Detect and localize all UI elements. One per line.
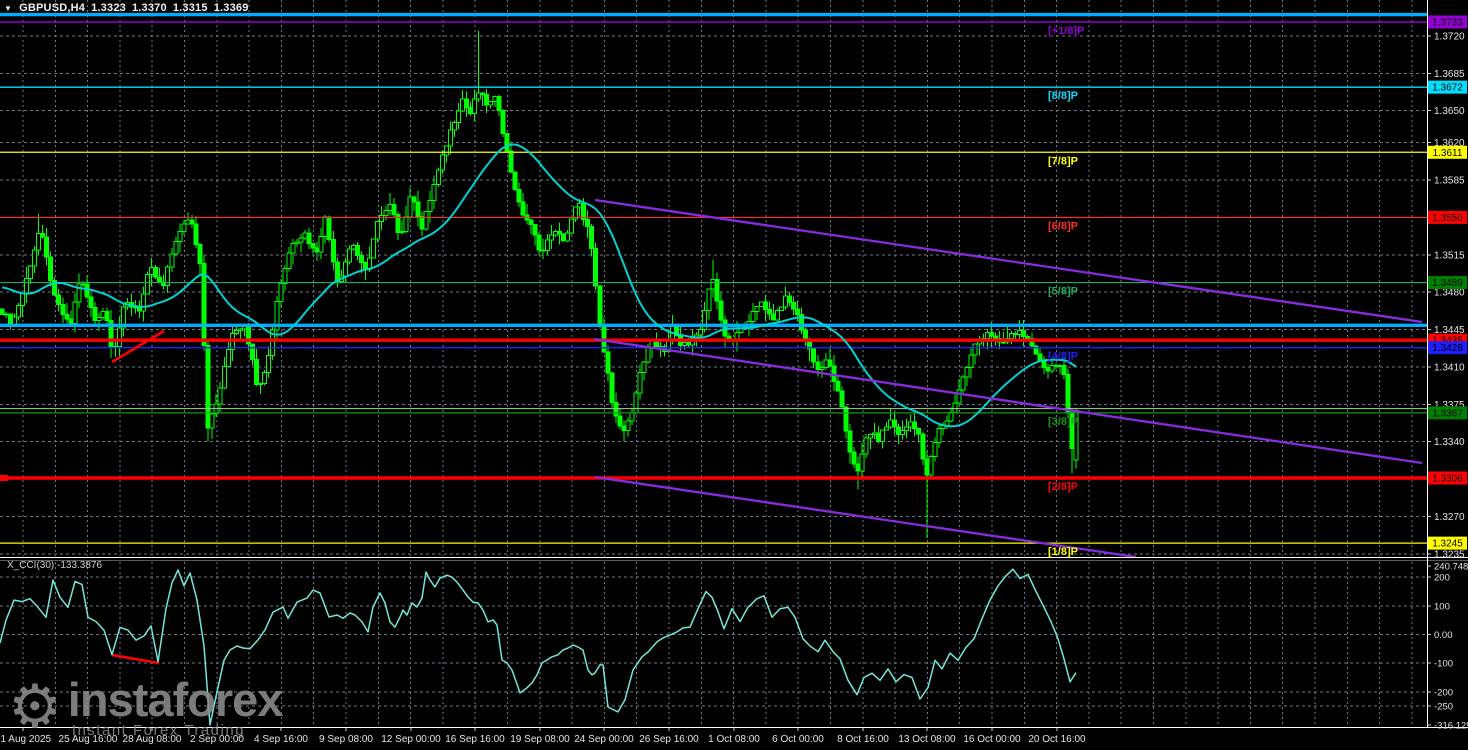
murrey-level-label: [4/8]P xyxy=(1048,351,1078,363)
cci-axis-label: 200 xyxy=(1434,573,1450,584)
symbol-dropdown-icon[interactable]: ▼ xyxy=(4,4,12,13)
time-axis-label: 24 Sep 00:00 xyxy=(574,734,634,745)
ohlc-open: 1.3323 xyxy=(91,2,126,14)
price-axis-label: 1.3650 xyxy=(1434,106,1465,117)
price-axis-label: 1.3685 xyxy=(1434,69,1465,80)
time-axis-label: 16 Oct 00:00 xyxy=(963,734,1021,745)
time-axis-label: 28 Aug 08:00 xyxy=(123,734,182,745)
murrey-level-label: [5/8]P xyxy=(1048,286,1078,298)
symbol-period-label: GBPUSD,H4 xyxy=(19,2,85,14)
ohlc-low: 1.3315 xyxy=(173,2,208,14)
murrey-level-label: [3/8]P xyxy=(1048,416,1078,428)
price-badge-value: 1.3306 xyxy=(1432,473,1463,484)
trading-chart-window: 1.37201.36851.36501.36201.35851.35501.35… xyxy=(0,0,1468,750)
murrey-level-label: [6/8]P xyxy=(1048,220,1078,232)
price-badge-value: 1.3672 xyxy=(1432,83,1463,94)
murrey-level-label: [7/8]P xyxy=(1048,155,1078,167)
time-axis-label: 6 Oct 00:00 xyxy=(772,734,824,745)
price-axis-label: 1.3480 xyxy=(1434,288,1465,299)
time-axis-label: 20 Oct 16:00 xyxy=(1028,734,1086,745)
cci-axis-label: 240.7484 xyxy=(1434,562,1468,573)
price-badge-value: 1.3428 xyxy=(1432,343,1463,354)
chart-title-bar: ▼ GBPUSD,H4 1.3323 1.3370 1.3315 1.3369 xyxy=(4,2,255,14)
price-axis-badges: 1.37331.36721.36111.35501.34891.34351.34… xyxy=(1428,16,1467,550)
price-axis-label: 1.3410 xyxy=(1434,362,1465,373)
cci-axis-label: -100 xyxy=(1434,659,1453,670)
time-axis-label: 13 Oct 08:00 xyxy=(898,734,956,745)
price-badge-value: 1.3245 xyxy=(1432,539,1463,550)
price-axis-label: 1.3515 xyxy=(1434,250,1465,261)
time-axis-label: 9 Sep 08:00 xyxy=(319,734,373,745)
cci-axis: 240.7484200 100 0.00 -100 -200 -250 -316.129 xyxy=(1427,562,1468,732)
price-badge-value: 1.3611 xyxy=(1433,148,1463,159)
cci-indicator-line xyxy=(0,569,1076,725)
cci-axis-label: -316.129 xyxy=(1434,721,1468,732)
price-axis-label: 1.3270 xyxy=(1434,512,1465,523)
price-badge-value: 1.3367 xyxy=(1432,408,1463,419)
murrey-level-label: [8/8]P xyxy=(1048,90,1078,102)
price-axis-label: 1.3585 xyxy=(1434,176,1465,187)
ohlc-close: 1.3369 xyxy=(214,2,249,14)
time-axis-label: 1 Oct 08:00 xyxy=(708,734,760,745)
cci-axis-label: 100 xyxy=(1434,601,1450,612)
price-axis-label: 1.3235 xyxy=(1434,549,1465,560)
price-axis-label: 1.3340 xyxy=(1434,437,1465,448)
red-line-left-marker[interactable] xyxy=(0,475,8,481)
murrey-level-label: [1/8]P xyxy=(1048,546,1078,558)
candles-series xyxy=(0,31,1078,538)
price-badge-value: 1.3489 xyxy=(1432,278,1463,289)
time-axis-label: 4 Sep 16:00 xyxy=(254,734,308,745)
time-axis: 21 Aug 2025 25 Aug 16:00 28 Aug 08:00 2 Sep… xyxy=(0,728,1086,745)
time-axis-label: 19 Sep 08:00 xyxy=(510,734,570,745)
time-axis-label: 8 Oct 16:00 xyxy=(837,734,889,745)
time-axis-label: 25 Aug 16:00 xyxy=(59,734,118,745)
murrey-level-label: [+1/8]P xyxy=(1048,25,1084,37)
time-axis-label: 16 Sep 16:00 xyxy=(445,734,505,745)
murrey-level-label: [2/8]P xyxy=(1048,481,1078,493)
cci-axis-label: 0.00 xyxy=(1434,630,1453,641)
horizontal-level-lines[interactable] xyxy=(0,15,1427,544)
indicator-label: X_CCI(30) -133.3876 xyxy=(7,560,102,571)
price-badge-value: 1.3733 xyxy=(1432,18,1463,29)
grid-lines xyxy=(0,0,1427,727)
price-axis-label: 1.3720 xyxy=(1434,31,1465,42)
cci-axis-label: -200 xyxy=(1434,687,1453,698)
time-axis-label: 26 Sep 16:00 xyxy=(639,734,699,745)
time-axis-label: 21 Aug 2025 xyxy=(0,734,52,745)
cci-axis-label: -250 xyxy=(1434,702,1453,713)
ohlc-high: 1.3370 xyxy=(132,2,167,14)
price-badge-value: 1.3550 xyxy=(1432,213,1463,224)
trendlines[interactable] xyxy=(594,200,1422,557)
chart-canvas[interactable]: 1.37201.36851.36501.36201.35851.35501.35… xyxy=(0,0,1468,750)
time-axis-label: 2 Sep 00:00 xyxy=(190,734,244,745)
time-axis-label: 12 Sep 00:00 xyxy=(381,734,441,745)
